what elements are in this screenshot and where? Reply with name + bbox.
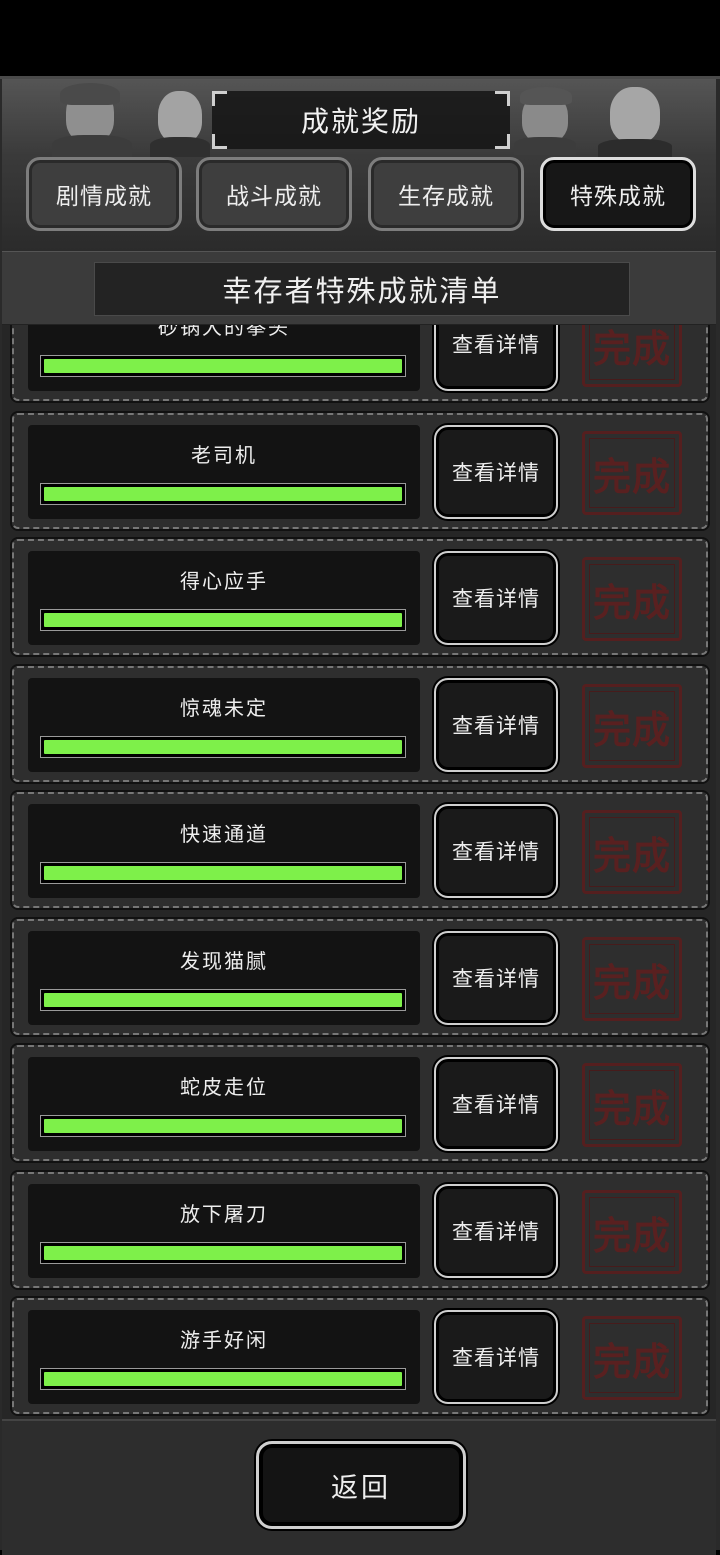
tab-combat[interactable]: 战斗成就 [196,157,352,231]
completed-stamp: 完成 [582,1316,682,1400]
page-title-frame: 成就奖励 [212,91,510,149]
achievement-name: 发现猫腻 [180,949,268,973]
completed-stamp: 完成 [582,325,682,387]
achievement-row: 蛇皮走位 查看详情 完成 [12,1045,708,1161]
list-subtitle: 幸存者特殊成就清单 [94,262,630,316]
progress-fill [44,866,402,880]
achievement-row: 老司机 查看详情 完成 [12,413,708,529]
progress-fill [44,1119,402,1133]
view-details-button[interactable]: 查看详情 [434,678,558,772]
achievement-name: 放下屠刀 [180,1202,268,1226]
category-tabs: 剧情成就 战斗成就 生存成就 特殊成就 [2,157,716,237]
achievement-row: 得心应手 查看详情 完成 [12,539,708,655]
progress-fill [44,613,402,627]
view-details-button[interactable]: 查看详情 [434,425,558,519]
completed-stamp: 完成 [582,810,682,894]
achievement-name: 得心应手 [180,569,268,593]
achievement-name: 快速通道 [180,822,268,846]
tab-special[interactable]: 特殊成就 [540,157,696,231]
progress-bar [40,1115,406,1137]
progress-fill [44,359,402,373]
achievement-row: 快速通道 查看详情 完成 [12,792,708,908]
progress-bar [40,609,406,631]
progress-bar [40,1368,406,1390]
survivor-portrait-2 [150,89,210,157]
achievement-list[interactable]: 砂锅大的拳头 查看详情 完成 老司机 查看详情 完成 得心应手 查看详情 完成 [2,325,716,1419]
achievement-row: 游手好闲 查看详情 完成 [12,1298,708,1414]
progress-fill [44,487,402,501]
progress-fill [44,1372,402,1386]
achievement-row: 砂锅大的拳头 查看详情 完成 [12,325,708,401]
header-banner: 成就奖励 剧情成就 战斗成就 生存成就 特殊成就 [2,79,716,251]
achievement-row: 放下屠刀 查看详情 完成 [12,1172,708,1288]
achievement-screen: 成就奖励 剧情成就 战斗成就 生存成就 特殊成就 幸存者特殊成就清单 砂锅大的拳… [0,76,720,1555]
view-details-button[interactable]: 查看详情 [434,1057,558,1151]
progress-fill [44,740,402,754]
completed-stamp: 完成 [582,937,682,1021]
tab-story[interactable]: 剧情成就 [26,157,182,231]
achievement-name: 游手好闲 [180,1328,268,1352]
progress-bar [40,989,406,1011]
completed-stamp: 完成 [582,557,682,641]
view-details-button[interactable]: 查看详情 [434,325,558,391]
footer-bar: 返回 [2,1419,716,1555]
achievement-row: 发现猫腻 查看详情 完成 [12,919,708,1035]
subtitle-bar: 幸存者特殊成就清单 [2,251,716,326]
view-details-button[interactable]: 查看详情 [434,1184,558,1278]
progress-bar [40,736,406,758]
progress-bar [40,862,406,884]
achievement-name: 砂锅大的拳头 [158,325,290,339]
completed-stamp: 完成 [582,684,682,768]
view-details-button[interactable]: 查看详情 [434,804,558,898]
view-details-button[interactable]: 查看详情 [434,931,558,1025]
survivor-portrait-4 [598,85,672,157]
soldier-portrait-1 [52,83,132,159]
page-title: 成就奖励 [300,105,421,138]
progress-fill [44,1246,402,1260]
progress-fill [44,993,402,1007]
completed-stamp: 完成 [582,431,682,515]
progress-bar [40,355,406,377]
completed-stamp: 完成 [582,1063,682,1147]
tab-survival[interactable]: 生存成就 [368,157,524,231]
soldier-portrait-3 [514,87,576,155]
view-details-button[interactable]: 查看详情 [434,1310,558,1404]
back-button[interactable]: 返回 [256,1441,466,1529]
view-details-button[interactable]: 查看详情 [434,551,558,645]
progress-bar [40,483,406,505]
progress-bar [40,1242,406,1264]
completed-stamp: 完成 [582,1190,682,1274]
achievement-row: 惊魂未定 查看详情 完成 [12,666,708,782]
achievement-name: 惊魂未定 [180,696,268,720]
achievement-name: 老司机 [191,443,257,467]
achievement-name: 蛇皮走位 [180,1075,268,1099]
